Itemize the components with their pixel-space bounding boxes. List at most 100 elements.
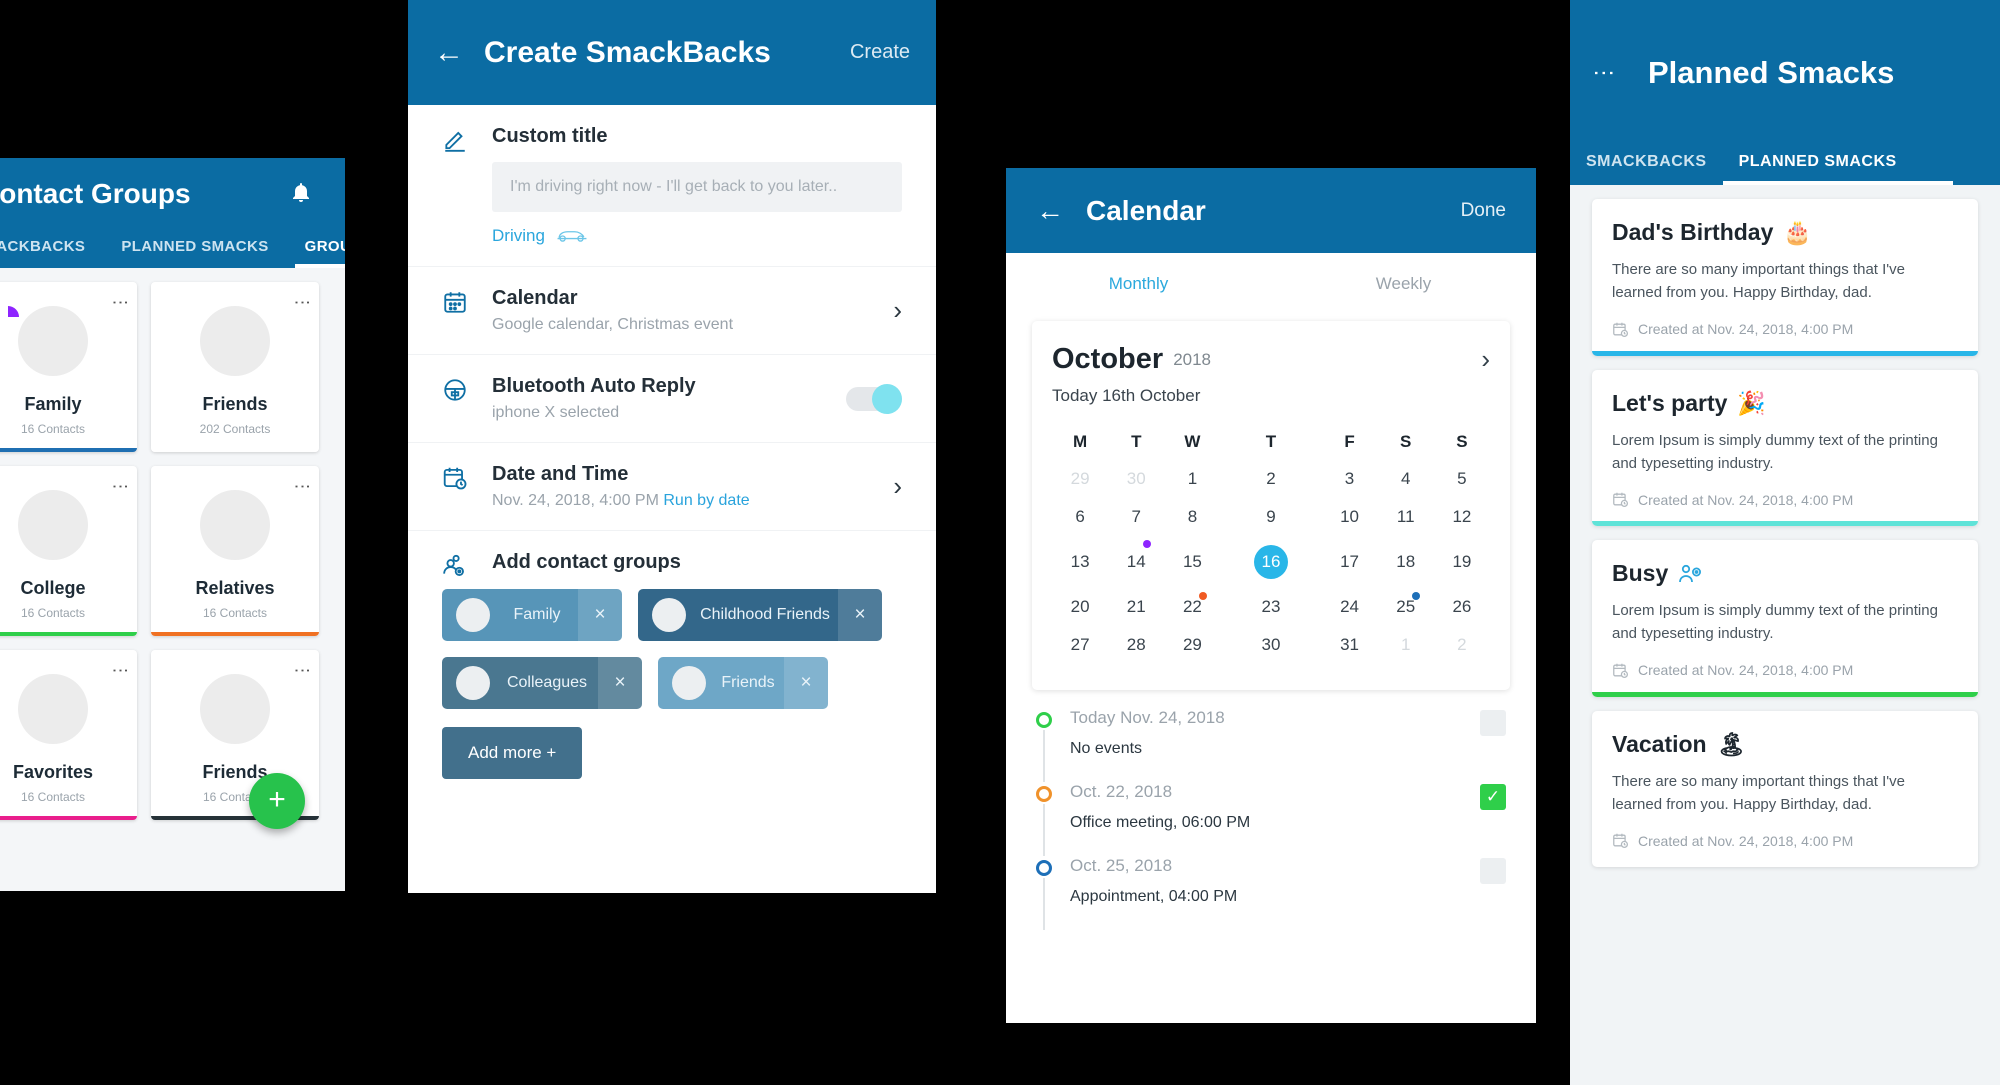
group-card[interactable]: ⋮ Family 16 Contacts xyxy=(0,282,137,452)
planned-card-meta: Created at Nov. 24, 2018, 4:00 PM xyxy=(1612,832,1958,849)
day-cell[interactable]: 27 xyxy=(1052,626,1108,664)
day-cell[interactable]: 24 xyxy=(1321,588,1377,626)
contact-group-chips: Family × Childhood Friends × Colleagues … xyxy=(408,589,936,727)
driving-tag[interactable]: Driving xyxy=(492,226,902,246)
event-checkbox[interactable]: ✓ xyxy=(1480,784,1506,810)
card-overflow-icon[interactable]: ⋮ xyxy=(111,662,130,679)
tab-smackbacks[interactable]: SMACKBACKS xyxy=(1570,139,1723,185)
day-cell[interactable]: 11 xyxy=(1378,498,1434,536)
add-group-fab[interactable]: + xyxy=(249,773,305,829)
chevron-right-icon[interactable]: › xyxy=(893,295,902,326)
day-cell[interactable]: 21 xyxy=(1108,588,1164,626)
bluetooth-row-title: Bluetooth Auto Reply xyxy=(492,375,696,397)
day-cell[interactable]: 12 xyxy=(1434,498,1490,536)
tab-planned-smacks[interactable]: PLANNED SMACKS xyxy=(1722,139,1953,185)
day-cell[interactable]: 19 xyxy=(1434,536,1490,588)
day-cell[interactable]: 15 xyxy=(1164,536,1220,588)
driving-label: Driving xyxy=(492,226,545,245)
day-cell[interactable]: 5 xyxy=(1434,460,1490,498)
event-ring-icon xyxy=(1036,860,1052,876)
chip-remove-icon[interactable]: × xyxy=(578,589,622,641)
group-card[interactable]: ⋮ Relatives 16 Contacts xyxy=(151,466,319,636)
day-cell[interactable]: 2 xyxy=(1434,626,1490,664)
contact-chip[interactable]: Childhood Friends × xyxy=(638,589,882,641)
card-overflow-icon[interactable]: ⋮ xyxy=(293,478,312,495)
back-arrow-icon[interactable]: ← xyxy=(434,36,464,70)
notification-bell-icon[interactable] xyxy=(289,180,313,204)
planned-card-title: Let's party xyxy=(1612,389,1728,416)
back-arrow-icon[interactable]: ← xyxy=(1036,195,1064,227)
day-cell[interactable]: 3 xyxy=(1321,460,1377,498)
day-cell[interactable]: 28 xyxy=(1108,626,1164,664)
day-cell[interactable]: 29 xyxy=(1052,460,1108,498)
planned-card[interactable]: Let's party 🎉 Lorem Ipsum is simply dumm… xyxy=(1592,369,1978,526)
done-button[interactable]: Done xyxy=(1461,200,1506,222)
contact-chip[interactable]: Friends × xyxy=(658,657,828,709)
card-overflow-icon[interactable]: ⋮ xyxy=(111,478,130,495)
day-cell[interactable]: 10 xyxy=(1321,498,1377,536)
add-more-button[interactable]: Add more + xyxy=(442,727,583,779)
bluetooth-toggle[interactable] xyxy=(846,383,902,414)
day-cell[interactable]: 8 xyxy=(1164,498,1220,536)
chip-remove-icon[interactable]: × xyxy=(784,657,828,709)
day-cell[interactable]: 18 xyxy=(1378,536,1434,588)
run-by-date-link[interactable]: Run by date xyxy=(663,492,749,509)
day-cell[interactable]: 26 xyxy=(1434,588,1490,626)
segment-monthly[interactable]: Monthly xyxy=(1006,253,1271,315)
day-cell[interactable]: 6 xyxy=(1052,498,1108,536)
planned-card[interactable]: Busy Lorem Ipsum is simply dummy text of… xyxy=(1592,540,1978,697)
segment-weekly[interactable]: Weekly xyxy=(1271,253,1536,315)
card-overflow-icon[interactable]: ⋮ xyxy=(293,662,312,679)
event-checkbox[interactable] xyxy=(1480,858,1506,884)
tab-groups[interactable]: GROUPS xyxy=(287,226,345,268)
day-cell[interactable]: 20 xyxy=(1052,588,1108,626)
chip-remove-icon[interactable]: × xyxy=(838,589,882,641)
day-cell[interactable]: 30 xyxy=(1108,460,1164,498)
event-item[interactable]: Today Nov. 24, 2018 No events xyxy=(1036,698,1506,782)
day-cell[interactable]: 25 xyxy=(1378,588,1434,626)
card-overflow-icon[interactable]: ⋮ xyxy=(293,294,312,311)
card-overflow-icon[interactable]: ⋮ xyxy=(111,294,130,311)
create-button[interactable]: Create xyxy=(850,41,910,64)
day-cell[interactable]: 31 xyxy=(1321,626,1377,664)
overflow-menu-icon[interactable]: ⋮ xyxy=(1592,62,1617,84)
chip-remove-icon[interactable]: × xyxy=(598,657,642,709)
calendar-clock-icon xyxy=(442,465,476,491)
group-card[interactable]: ⋮ College 16 Contacts xyxy=(0,466,137,636)
group-card[interactable]: ⋮ Favorites 16 Contacts xyxy=(0,650,137,820)
day-cell[interactable]: 13 xyxy=(1052,536,1108,588)
day-cell[interactable]: 14 xyxy=(1108,536,1164,588)
day-cell[interactable]: 1 xyxy=(1378,626,1434,664)
day-cell[interactable]: 2 xyxy=(1221,460,1322,498)
tab-smackbacks[interactable]: SMACKBACKS xyxy=(0,226,103,268)
event-list: Today Nov. 24, 2018 No events Oct. 22, 2… xyxy=(1006,690,1536,930)
calendar-row[interactable]: Calendar Google calendar, Christmas even… xyxy=(408,267,936,355)
planned-card[interactable]: Dad's Birthday 🎂 There are so many impor… xyxy=(1592,199,1978,356)
day-cell[interactable]: 23 xyxy=(1221,588,1322,626)
event-item[interactable]: Oct. 25, 2018 Appointment, 04:00 PM xyxy=(1036,846,1506,930)
tab-planned-smacks[interactable]: PLANNED SMACKS xyxy=(103,226,286,268)
datetime-row[interactable]: Date and Time Nov. 24, 2018, 4:00 PM Run… xyxy=(408,443,936,531)
day-cell[interactable]: 17 xyxy=(1321,536,1377,588)
contact-chip[interactable]: Family × xyxy=(442,589,622,641)
day-cell[interactable]: 9 xyxy=(1221,498,1322,536)
day-cell[interactable]: 16 xyxy=(1221,536,1322,588)
day-cell[interactable]: 7 xyxy=(1108,498,1164,536)
group-card[interactable]: ⋮ Friends 202 Contacts xyxy=(151,282,319,452)
custom-title-input[interactable]: I'm driving right now - I'll get back to… xyxy=(492,162,902,212)
planned-card-title-row: Let's party 🎉 xyxy=(1612,390,1958,417)
chevron-right-icon[interactable]: › xyxy=(893,471,902,502)
day-cell[interactable]: 30 xyxy=(1221,626,1322,664)
calendar-clock-icon xyxy=(1612,662,1629,679)
day-cell[interactable]: 22 xyxy=(1164,588,1220,626)
day-cell[interactable]: 29 xyxy=(1164,626,1220,664)
bluetooth-row[interactable]: Bluetooth Auto Reply iphone X selected xyxy=(408,355,936,443)
contact-chip[interactable]: Colleagues × xyxy=(442,657,642,709)
chevron-right-icon[interactable]: › xyxy=(1481,344,1490,375)
planned-card[interactable]: Vacation 🏝 There are so many important t… xyxy=(1592,710,1978,867)
event-item[interactable]: Oct. 22, 2018 Office meeting, 06:00 PM ✓ xyxy=(1036,772,1506,856)
planned-card-title-row: Vacation 🏝 xyxy=(1612,731,1958,758)
day-cell[interactable]: 1 xyxy=(1164,460,1220,498)
event-checkbox[interactable] xyxy=(1480,710,1506,736)
day-cell[interactable]: 4 xyxy=(1378,460,1434,498)
